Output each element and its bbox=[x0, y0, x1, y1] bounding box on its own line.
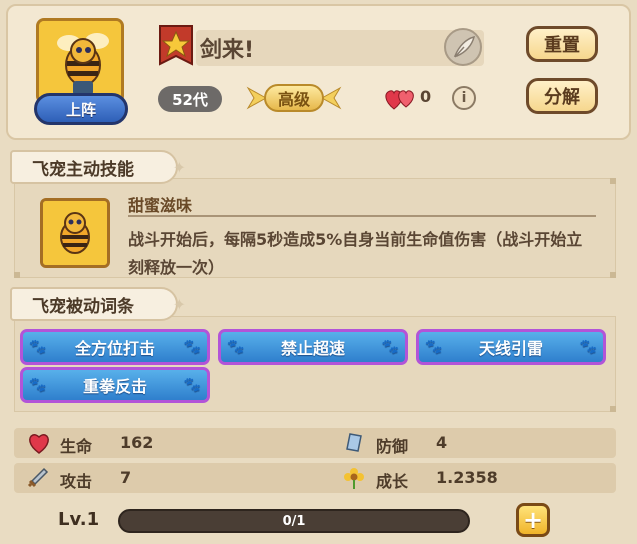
decompose-button[interactable]: 分解 bbox=[526, 78, 598, 114]
skill-icon[interactable] bbox=[40, 198, 110, 268]
defense-label: 防御 bbox=[376, 437, 409, 456]
attack-value: 7 bbox=[120, 468, 132, 487]
sword-icon bbox=[27, 467, 49, 488]
paw-icon: 🐾 bbox=[29, 377, 47, 393]
trait-tag-label: 重拳反击 bbox=[82, 377, 147, 396]
sparkle-icon: ✦ bbox=[172, 158, 186, 177]
skill-divider bbox=[128, 215, 596, 217]
trait-tag-label: 全方位打击 bbox=[74, 339, 155, 358]
growth-value: 1.2358 bbox=[436, 468, 498, 487]
active-skill-title-text: 飞宠主动技能 bbox=[32, 159, 134, 180]
paw-icon: 🐾 bbox=[579, 339, 597, 355]
exp-text: 0/1 bbox=[282, 513, 306, 529]
defense-value: 4 bbox=[436, 433, 448, 452]
hp-value: 162 bbox=[120, 433, 154, 452]
heart-count-value: 0 bbox=[420, 87, 432, 106]
heart-icon bbox=[29, 434, 49, 454]
rank-star-badge-icon bbox=[156, 24, 196, 70]
generation-badge: 52代 bbox=[158, 86, 222, 112]
shield-icon bbox=[346, 433, 362, 452]
paw-icon: 🐾 bbox=[381, 339, 399, 355]
heart-counter: 0 i bbox=[382, 84, 476, 114]
trait-tag[interactable]: 🐾 重拳反击 🐾 bbox=[20, 367, 210, 403]
stat-row-1 bbox=[14, 428, 616, 458]
trait-tag[interactable]: 🐾 禁止超速 🐾 bbox=[218, 329, 408, 365]
trait-tag-label: 天线引雷 bbox=[478, 339, 543, 358]
level-label: Lv.1 bbox=[58, 509, 100, 530]
hearts-icon bbox=[385, 90, 414, 110]
deploy-button[interactable]: 上阵 bbox=[34, 93, 128, 125]
hp-label: 生命 bbox=[60, 437, 93, 456]
passive-traits-title: 飞宠被动词条 ✦ bbox=[10, 287, 186, 321]
info-icon[interactable]: i bbox=[452, 86, 476, 110]
reset-button[interactable]: 重置 bbox=[526, 26, 598, 62]
pet-name: 剑来! bbox=[200, 38, 255, 63]
attack-label: 攻击 bbox=[60, 472, 93, 491]
bee-skill-icon bbox=[43, 201, 107, 265]
active-skill-title: 飞宠主动技能 ✦ bbox=[10, 150, 186, 184]
passive-traits-title-text: 飞宠被动词条 bbox=[32, 296, 134, 317]
rename-quill-icon[interactable] bbox=[444, 28, 482, 66]
skill-description: 战斗开始后，每隔5秒造成5%自身当前生命值伤害（战斗开始立刻释放一次） bbox=[128, 230, 583, 277]
trait-tag[interactable]: 🐾 全方位打击 🐾 bbox=[20, 329, 210, 365]
paw-icon: 🐾 bbox=[227, 339, 245, 355]
bee-pet-icon bbox=[39, 21, 121, 101]
skill-name: 甜蜜滋味 bbox=[128, 196, 193, 215]
level-up-button[interactable]: + bbox=[516, 503, 550, 537]
stat-row-2 bbox=[14, 463, 616, 493]
paw-icon: 🐾 bbox=[425, 339, 443, 355]
paw-icon: 🐾 bbox=[183, 339, 201, 355]
sparkle-icon: ✦ bbox=[172, 295, 186, 314]
grade-badge: 高级 bbox=[246, 80, 342, 116]
paw-icon: 🐾 bbox=[29, 339, 47, 355]
flower-icon bbox=[344, 468, 364, 489]
growth-label: 成长 bbox=[376, 472, 409, 491]
paw-icon: 🐾 bbox=[183, 377, 201, 393]
pet-avatar[interactable] bbox=[36, 18, 124, 104]
grade-label: 高级 bbox=[264, 84, 324, 112]
trait-tag[interactable]: 🐾 天线引雷 🐾 bbox=[416, 329, 606, 365]
trait-tag-label: 禁止超速 bbox=[280, 339, 345, 358]
